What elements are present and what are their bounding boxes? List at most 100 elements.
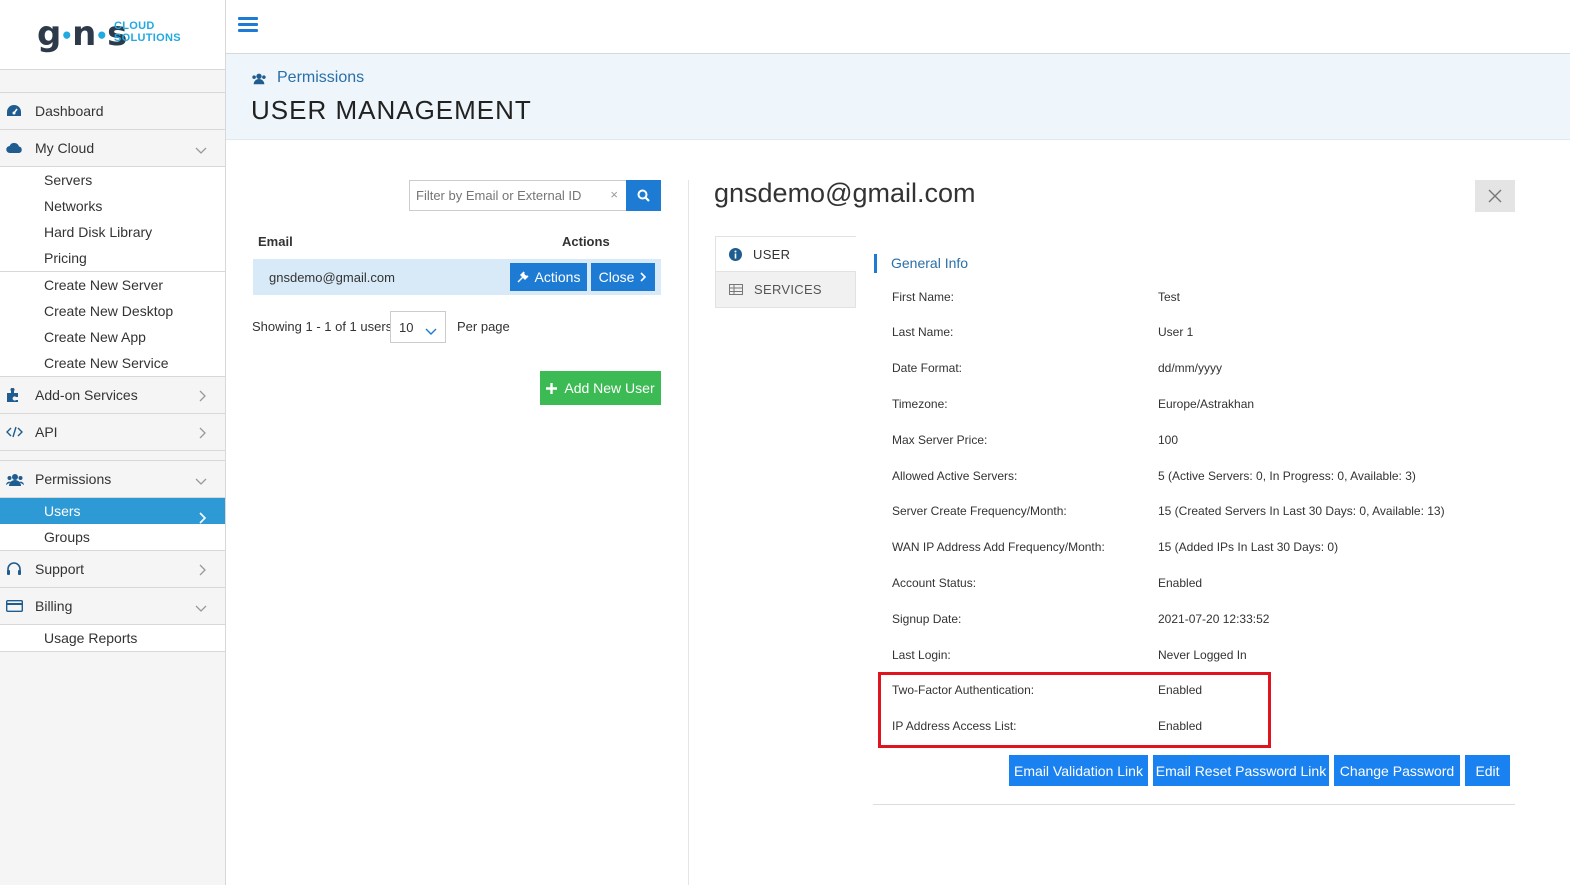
highlight-box: [878, 672, 1271, 748]
info-value: dd/mm/yyyy: [1158, 361, 1223, 375]
info-label: Server Create Frequency/Month:: [892, 504, 1067, 518]
sidebar-nav: Dashboard My Cloud Servers Networks Hard…: [0, 92, 225, 652]
email-reset-password-link-button[interactable]: Email Reset Password Link: [1153, 755, 1329, 786]
wrench-icon: [517, 271, 529, 283]
breadcrumb: Permissions: [251, 69, 364, 87]
filter-field[interactable]: ×: [409, 180, 627, 211]
headset-icon: [0, 561, 35, 577]
search-button[interactable]: [626, 180, 661, 211]
sidebar-item-support[interactable]: Support: [0, 550, 225, 587]
info-value: 15 (Created Servers In Last 30 Days: 0, …: [1158, 504, 1445, 518]
table-icon: [729, 284, 743, 295]
sidebar-item-addon-services[interactable]: Add-on Services: [0, 376, 225, 413]
info-value: Enabled: [1158, 576, 1203, 590]
logo[interactable]: g•n•s CLOUD SOLUTIONS: [0, 0, 225, 70]
info-value: Test: [1158, 290, 1181, 304]
divider: [0, 450, 225, 460]
info-value: 100: [1158, 433, 1179, 447]
info-value: 15 (Added IPs In Last 30 Days: 0): [1158, 540, 1339, 554]
permissions-submenu: Users Groups: [0, 497, 225, 550]
logo-mark: g•n•s: [37, 14, 127, 54]
divider: [873, 804, 1515, 805]
sidebar-item-dashboard[interactable]: Dashboard: [0, 92, 225, 129]
info-icon: [729, 247, 742, 261]
tab-services[interactable]: SERVICES: [715, 272, 856, 308]
sidebar-item-label: Users: [44, 503, 81, 519]
per-page-label: Per page: [457, 319, 510, 334]
row-email: gnsdemo@gmail.com: [269, 270, 395, 285]
sidebar-item-billing[interactable]: Billing: [0, 587, 225, 624]
info-value: User 1: [1158, 325, 1194, 339]
puzzle-icon: [0, 387, 35, 403]
sidebar-item-my-cloud[interactable]: My Cloud: [0, 129, 225, 166]
info-label: First Name:: [892, 290, 955, 304]
sidebar-item-users[interactable]: Users: [0, 498, 225, 524]
sidebar-item-permissions[interactable]: Permissions: [0, 460, 225, 497]
sidebar: g•n•s CLOUD SOLUTIONS Dashboard My Cloud…: [0, 0, 226, 885]
table-row[interactable]: gnsdemo@gmail.com Actions Close: [253, 259, 661, 295]
sidebar-item-create-new-desktop[interactable]: Create New Desktop: [0, 298, 225, 324]
info-value: Never Logged In: [1158, 648, 1247, 662]
detail-tabs: USER SERVICES: [715, 236, 856, 308]
sidebar-item-label: Add-on Services: [35, 387, 138, 403]
sidebar-item-label: API: [35, 424, 58, 440]
per-page-select[interactable]: 10: [390, 311, 446, 343]
actions-button[interactable]: Actions: [510, 263, 587, 291]
clear-icon[interactable]: ×: [610, 187, 618, 202]
divider: [688, 180, 689, 885]
top-bar: [226, 0, 1570, 54]
email-validation-link-button[interactable]: Email Validation Link: [1009, 755, 1148, 786]
billing-submenu: Usage Reports: [0, 624, 225, 652]
dashboard-icon: [0, 104, 35, 118]
info-label: WAN IP Address Add Frequency/Month:: [892, 540, 1105, 554]
sidebar-item-groups[interactable]: Groups: [0, 524, 225, 550]
hamburger-menu-icon[interactable]: [238, 17, 258, 35]
sidebar-item-servers[interactable]: Servers: [0, 167, 225, 193]
change-password-button[interactable]: Change Password: [1334, 755, 1460, 786]
sidebar-item-label: Permissions: [35, 471, 112, 487]
pagination-summary: Showing 1 - 1 of 1 users,: [252, 319, 396, 334]
credit-card-icon: [0, 600, 35, 612]
info-label: Allowed Active Servers:: [892, 469, 1018, 483]
search-icon: [637, 189, 650, 202]
chevron-right-icon: [199, 426, 207, 442]
column-header-actions: Actions: [562, 234, 610, 249]
column-header-email: Email: [258, 234, 293, 249]
sidebar-item-label: Billing: [35, 598, 73, 614]
my-cloud-submenu: Servers Networks Hard Disk Library Prici…: [0, 166, 225, 376]
sidebar-item-create-new-service[interactable]: Create New Service: [0, 350, 225, 376]
sidebar-item-label: Support: [35, 561, 85, 577]
sidebar-item-create-new-app[interactable]: Create New App: [0, 324, 225, 350]
close-button[interactable]: Close: [591, 263, 655, 291]
info-label: Timezone:: [892, 397, 948, 411]
chevron-right-icon: [640, 272, 647, 282]
edit-button[interactable]: Edit: [1465, 755, 1510, 786]
info-label: Last Name:: [892, 325, 954, 339]
chevron-down-icon: [195, 473, 207, 489]
info-label: Account Status:: [892, 576, 977, 590]
sidebar-item-label: My Cloud: [35, 140, 95, 156]
sidebar-item-networks[interactable]: Networks: [0, 193, 225, 219]
sidebar-item-create-new-server[interactable]: Create New Server: [0, 272, 225, 298]
tab-user[interactable]: USER: [715, 236, 856, 272]
sidebar-item-pricing[interactable]: Pricing: [0, 245, 225, 271]
info-value: Europe/Astrakhan: [1158, 397, 1255, 411]
page-header: Permissions USER MANAGEMENT: [226, 54, 1570, 140]
chevron-right-icon: [199, 563, 207, 579]
section-title: General Info: [874, 254, 968, 273]
page-title: USER MANAGEMENT: [251, 95, 532, 125]
chevron-down-icon: [195, 142, 207, 158]
sidebar-item-api[interactable]: API: [0, 413, 225, 450]
add-new-user-button[interactable]: Add New User: [540, 371, 661, 405]
filter-input[interactable]: [410, 181, 600, 210]
sidebar-item-usage-reports[interactable]: Usage Reports: [0, 625, 225, 651]
info-value: 5 (Active Servers: 0, In Progress: 0, Av…: [1158, 469, 1416, 483]
close-detail-button[interactable]: [1475, 180, 1515, 212]
cloud-icon: [0, 142, 35, 154]
code-icon: [0, 426, 35, 438]
info-label: Max Server Price:: [892, 433, 988, 447]
close-icon: [1488, 189, 1502, 203]
sidebar-item-hard-disk-library[interactable]: Hard Disk Library: [0, 219, 225, 245]
info-label: Signup Date:: [892, 612, 962, 626]
chevron-down-icon: [195, 600, 207, 616]
